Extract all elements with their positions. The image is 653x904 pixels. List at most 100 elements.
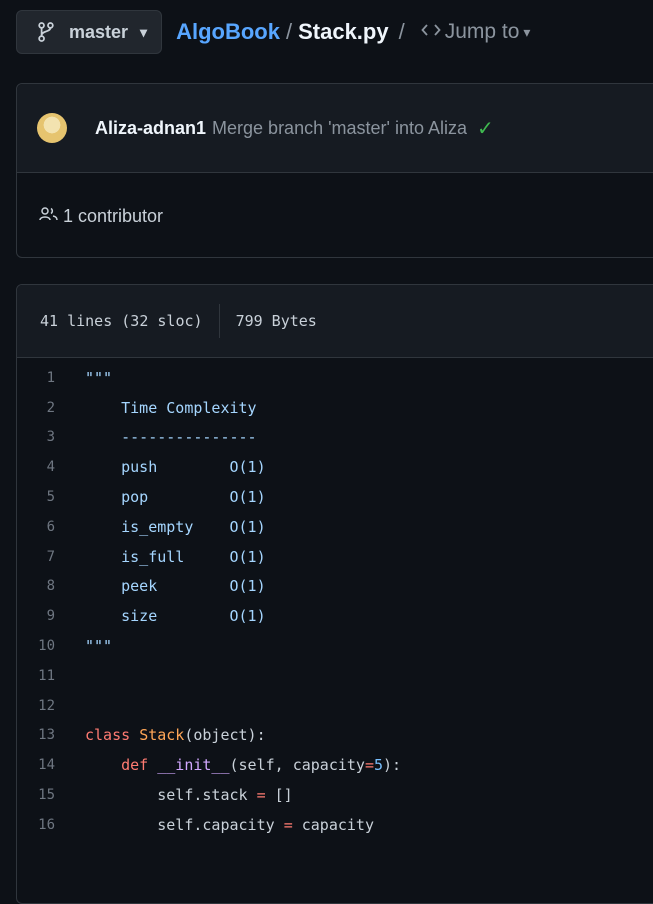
divider [218, 304, 220, 338]
code-token: = [283, 815, 293, 834]
code-token: def [121, 756, 149, 775]
code-token: peek O(1) [85, 577, 266, 596]
code-token: push O(1) [85, 458, 266, 477]
breadcrumb: AlgoBook / Stack.py / Jump to ▾ [176, 19, 530, 45]
line-content: --------------- [85, 428, 257, 447]
line-content: is_empty O(1) [85, 518, 266, 536]
code-token: Stack [139, 726, 185, 745]
chevron-down-icon: ▾ [523, 23, 531, 40]
code-line: 12 [17, 691, 653, 721]
file-viewer: 41 lines (32 sloc) 799 Bytes 1 """ 2 Time … [16, 284, 653, 904]
line-number[interactable]: 15 [17, 787, 85, 803]
code-token: ): [383, 756, 402, 775]
commit-info-box: Aliza-adnan1 Merge branch 'master' into … [16, 83, 653, 258]
line-content: pop O(1) [85, 488, 266, 506]
line-number[interactable]: 16 [17, 817, 85, 833]
code-token: = [256, 786, 266, 805]
code-token: __init__ [157, 756, 230, 775]
code-line: 6 is_empty O(1) [17, 512, 653, 542]
file-size: 799 Bytes [235, 312, 317, 330]
code-line: 7 is_full O(1) [17, 542, 653, 572]
chevron-down-icon: ▾ [140, 23, 148, 40]
code-line: 11 [17, 661, 653, 691]
code-token: = [364, 756, 374, 775]
repo-link[interactable]: AlgoBook [176, 19, 280, 45]
line-number[interactable]: 7 [17, 549, 85, 565]
code-line: 1 """ [17, 363, 653, 393]
code-line: 9 size O(1) [17, 601, 653, 631]
code-line: 4 push O(1) [17, 452, 653, 482]
line-content: """ [85, 369, 112, 387]
file-name: Stack.py [298, 19, 389, 44]
git-branch-icon [37, 21, 55, 43]
line-number[interactable]: 8 [17, 578, 85, 594]
line-content: """ [85, 637, 112, 655]
code-line: 5 pop O(1) [17, 482, 653, 512]
code-token: capacity [292, 815, 374, 834]
code-token: self.stack [85, 786, 257, 805]
branch-label: master [69, 21, 129, 42]
code-token: size O(1) [85, 607, 266, 626]
commit-author-link[interactable]: Aliza-adnan1 [95, 118, 206, 139]
code-line: 10 """ [17, 631, 653, 661]
line-content: self.stack = [] [85, 786, 292, 805]
code-token: Time Complexity [85, 398, 257, 417]
file-header: 41 lines (32 sloc) 799 Bytes [17, 285, 653, 358]
line-content: class Stack(object): [85, 726, 266, 744]
line-content: peek O(1) [85, 577, 266, 595]
line-number[interactable]: 9 [17, 608, 85, 624]
line-number[interactable]: 2 [17, 400, 85, 416]
code-line: 3 --------------- [17, 423, 653, 453]
breadcrumb-separator: / [285, 19, 293, 44]
code-line: 2 Time Complexity [17, 393, 653, 423]
code-icon [421, 20, 441, 44]
line-number[interactable]: 6 [17, 519, 85, 535]
code-line: 8 peek O(1) [17, 572, 653, 602]
latest-commit-row: Aliza-adnan1 Merge branch 'master' into … [17, 84, 653, 173]
code-line: 15 self.stack = [] [17, 780, 653, 810]
avatar[interactable] [37, 113, 67, 143]
line-number[interactable]: 5 [17, 489, 85, 505]
code-token: 5 [374, 756, 384, 775]
line-content: Time Complexity [85, 398, 257, 417]
code-token: """ [85, 368, 113, 387]
code-line: 13 class Stack(object): [17, 721, 653, 751]
jump-to-label: Jump to [444, 20, 520, 43]
line-number[interactable]: 4 [17, 459, 85, 475]
code-token: --------------- [85, 428, 257, 447]
code-token: (object): [184, 726, 266, 745]
code-line: 14 def __init__(self, capacity=5): [17, 750, 653, 780]
code-view: 1 """ 2 Time Complexity 3 --------------- 4 … [17, 358, 653, 840]
breadcrumb-separator: / [398, 19, 405, 44]
code-token: (self, capacity [229, 756, 365, 775]
top-bar: master ▾ AlgoBook / Stack.py / Jump to ▾ [16, 8, 530, 56]
line-content: self.capacity = capacity [85, 816, 374, 834]
line-content: def __init__(self, capacity=5): [85, 756, 401, 774]
code-token: class [85, 726, 131, 745]
line-number[interactable]: 14 [17, 757, 85, 773]
code-token: is_full O(1) [85, 547, 266, 566]
check-icon[interactable]: ✓ [477, 116, 494, 141]
line-number[interactable]: 10 [17, 638, 85, 654]
jump-to-button[interactable]: Jump to ▾ [421, 20, 531, 44]
line-number[interactable]: 11 [17, 668, 85, 684]
people-icon [39, 206, 63, 227]
code-token: """ [85, 637, 113, 656]
code-token: pop O(1) [85, 488, 266, 507]
commit-message-link[interactable]: Merge branch 'master' into Aliza [212, 118, 467, 139]
line-content: is_full O(1) [85, 548, 266, 566]
line-number[interactable]: 13 [17, 727, 85, 743]
line-content: size O(1) [85, 607, 266, 625]
code-token: self.capacity [85, 815, 284, 834]
line-number[interactable]: 3 [17, 429, 85, 445]
contributors-label: 1 contributor [63, 205, 164, 226]
code-line: 16 self.capacity = capacity [17, 810, 653, 840]
branch-select-button[interactable]: master ▾ [16, 10, 163, 54]
line-number[interactable]: 1 [17, 370, 85, 386]
contributors-row[interactable]: 1 contributor [17, 173, 653, 259]
line-number[interactable]: 12 [17, 698, 85, 714]
file-lines-info: 41 lines (32 sloc) [40, 312, 203, 330]
